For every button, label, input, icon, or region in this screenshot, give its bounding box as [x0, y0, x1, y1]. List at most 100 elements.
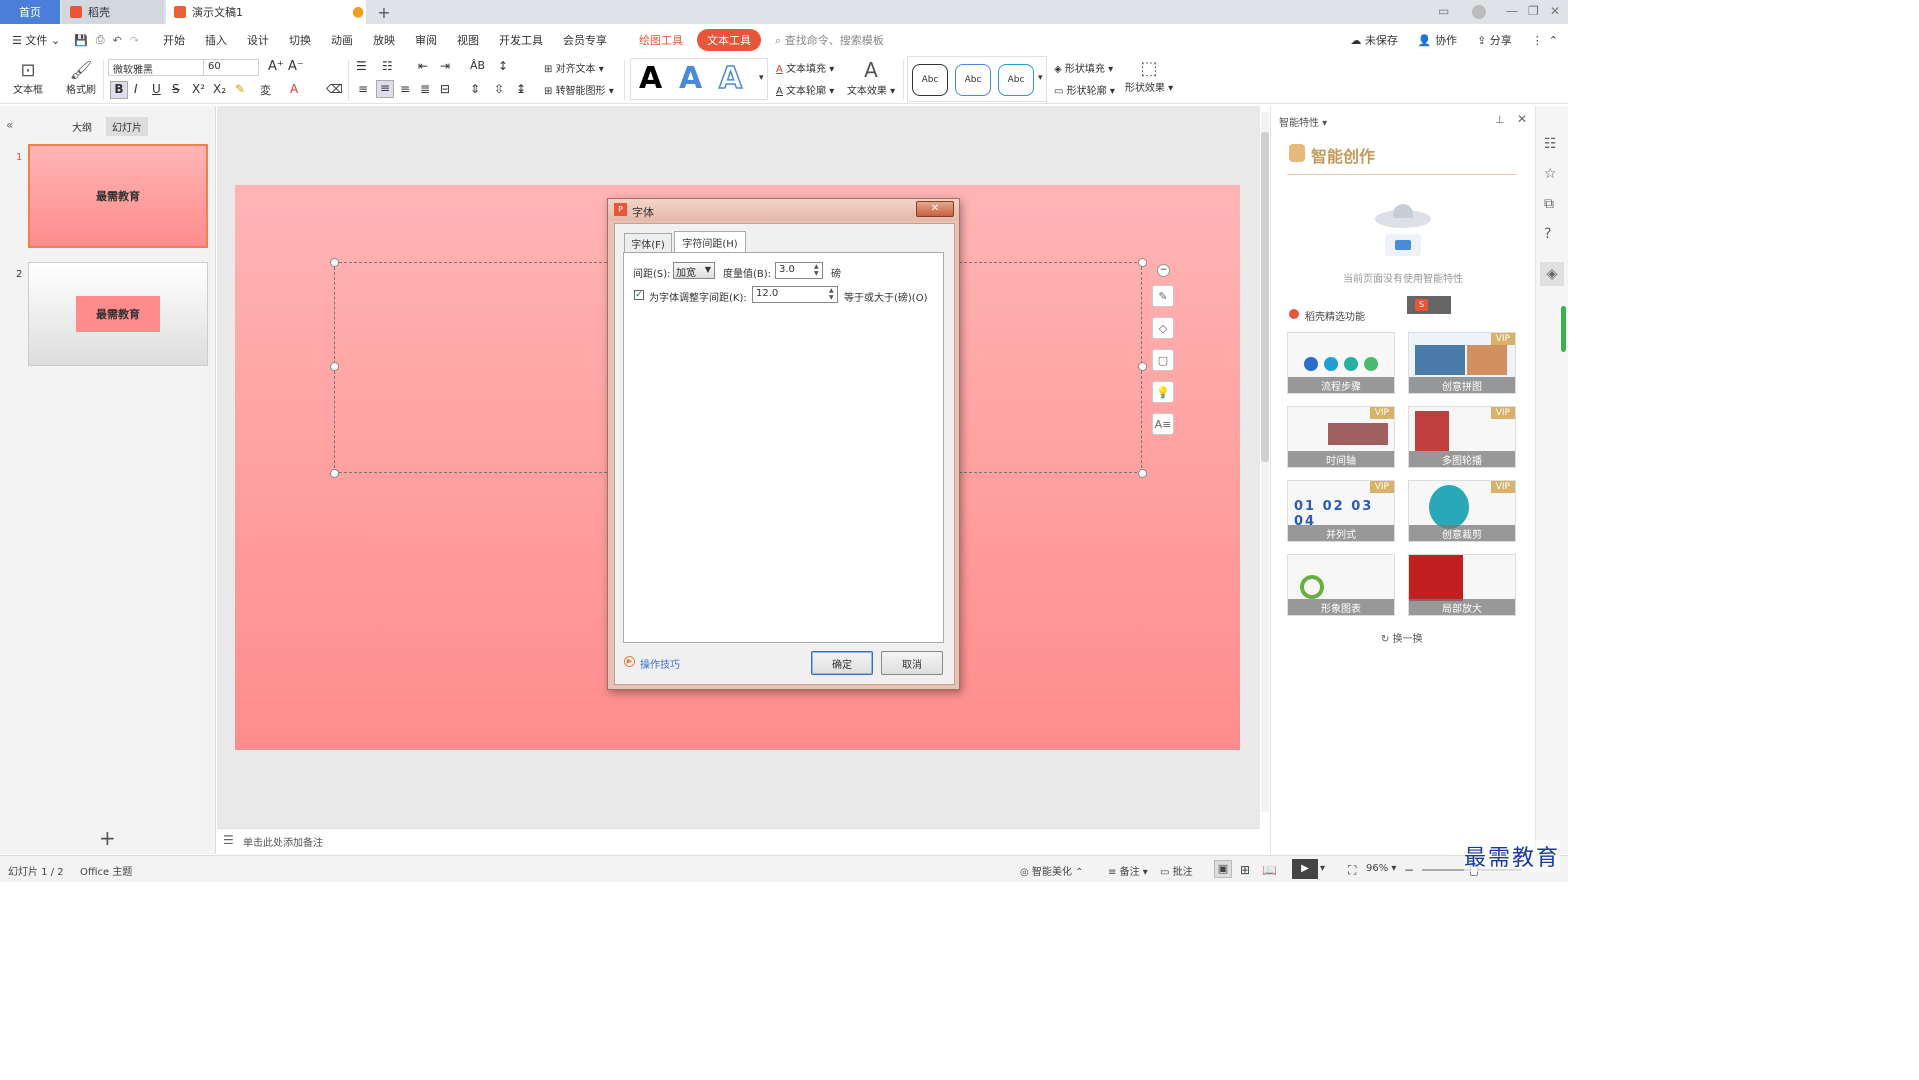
- copy-icon[interactable]: ⧉: [1544, 196, 1554, 212]
- column-spacing-icon[interactable]: ⇳: [494, 82, 504, 96]
- notes-bar[interactable]: ☰ 单击此处添加备注: [217, 828, 1260, 852]
- undo-icon[interactable]: ↶: [113, 34, 122, 47]
- underline-icon[interactable]: U: [152, 82, 161, 96]
- shape-style-2[interactable]: Abc: [955, 64, 991, 96]
- fit-window-icon[interactable]: ⛶: [1348, 863, 1356, 878]
- toggle-badge[interactable]: S: [1407, 296, 1451, 314]
- avatar[interactable]: [1472, 5, 1486, 19]
- font-color-icon[interactable]: A: [290, 82, 298, 96]
- ok-button[interactable]: 确定: [811, 651, 873, 675]
- text-style-outline[interactable]: A: [718, 60, 743, 97]
- slide-thumbnail-2[interactable]: 最需教育: [28, 262, 208, 366]
- superscript-icon[interactable]: X²: [192, 82, 205, 96]
- text-fill-button[interactable]: A 文本填充 ▾: [776, 60, 834, 75]
- line-height-icon[interactable]: ↨: [516, 82, 526, 96]
- shape-style-1[interactable]: Abc: [912, 64, 948, 96]
- shape-style-3[interactable]: Abc: [998, 64, 1034, 96]
- highlight-icon[interactable]: ✎: [235, 82, 245, 96]
- reading-view-icon[interactable]: 📖: [1262, 863, 1277, 877]
- panel-scroll-indicator[interactable]: [1561, 306, 1566, 352]
- bullet-list-icon[interactable]: ☰: [356, 59, 367, 73]
- tab-document[interactable]: 演示文稿1 ●: [166, 0, 366, 24]
- textbox-button[interactable]: ⊡ 文本框: [10, 60, 46, 96]
- feature-card-parallel[interactable]: 01 02 03 04 VIP 并列式: [1287, 480, 1395, 542]
- close-window-icon[interactable]: ✕: [1550, 4, 1560, 18]
- spacing-select[interactable]: 加宽 ▼: [673, 262, 715, 279]
- outdent-icon[interactable]: ⇤: [418, 59, 428, 73]
- print-icon[interactable]: ⎙: [96, 33, 105, 47]
- play-icon[interactable]: ▶: [1292, 859, 1318, 879]
- feature-card-crop[interactable]: VIP 创意裁剪: [1408, 480, 1516, 542]
- beautify-button[interactable]: ◎ 智能美化 ⌃: [1020, 863, 1083, 878]
- numbered-list-icon[interactable]: ☷: [382, 59, 393, 73]
- indent-icon[interactable]: ⇥: [440, 59, 450, 73]
- menu-text-tools[interactable]: 文本工具: [697, 29, 762, 51]
- new-tab-button[interactable]: +: [370, 0, 398, 24]
- slide-thumbnail-1[interactable]: 最需教育: [28, 144, 208, 248]
- resize-handle[interactable]: [330, 258, 339, 267]
- shrink-font-icon[interactable]: A⁻: [288, 59, 304, 74]
- fill-icon[interactable]: ◇: [1152, 317, 1174, 339]
- strikethrough-icon[interactable]: S: [172, 82, 180, 96]
- more-icon[interactable]: ⋮: [1532, 34, 1543, 47]
- sorter-view-icon[interactable]: ⊞: [1240, 863, 1250, 877]
- feature-card-zoom[interactable]: 局部放大: [1408, 554, 1516, 616]
- feature-card-collage[interactable]: VIP 创意拼图: [1408, 332, 1516, 394]
- zoom-out-icon[interactable]: −: [1404, 863, 1414, 877]
- help-icon[interactable]: ?: [1544, 226, 1551, 242]
- star-icon[interactable]: ☆: [1544, 166, 1557, 182]
- distribute-icon[interactable]: ⊟: [440, 82, 450, 96]
- menu-animation[interactable]: 动画: [331, 32, 353, 48]
- cube-icon[interactable]: ◈: [1540, 262, 1564, 286]
- feature-card-process[interactable]: 流程步骤: [1287, 332, 1395, 394]
- clear-format-icon[interactable]: ⌫: [326, 82, 343, 96]
- collapse-float-icon[interactable]: −: [1157, 264, 1170, 277]
- shape-gallery-more-icon[interactable]: ▾: [1038, 73, 1043, 83]
- align-text-button[interactable]: ⊞ 对齐文本 ▾: [544, 60, 604, 75]
- panel-close-icon[interactable]: ✕: [1517, 112, 1527, 126]
- smart-art-button[interactable]: ⊞ 转智能图形 ▾: [544, 82, 614, 97]
- align-center-icon[interactable]: ≡: [376, 80, 394, 98]
- bold-icon[interactable]: B: [110, 81, 128, 99]
- grow-font-icon[interactable]: A⁺: [268, 59, 284, 74]
- subscript-icon[interactable]: X₂: [213, 82, 226, 96]
- frame-icon[interactable]: ▢: [1152, 349, 1174, 371]
- resize-handle[interactable]: [1138, 469, 1147, 478]
- text-effect-button[interactable]: A 文本效果 ▾: [846, 58, 896, 97]
- tab-daoke[interactable]: 稻壳: [62, 0, 164, 24]
- justify-icon[interactable]: ≣: [420, 82, 430, 96]
- feature-card-carousel[interactable]: VIP 多图轮播: [1408, 406, 1516, 468]
- pen-icon[interactable]: ✎: [1152, 285, 1174, 307]
- theme-name[interactable]: Office 主题: [80, 863, 132, 878]
- menu-transition[interactable]: 切换: [289, 32, 311, 48]
- play-dropdown-icon[interactable]: ▾: [1320, 863, 1325, 874]
- feature-card-timeline[interactable]: VIP 时间轴: [1287, 406, 1395, 468]
- text-layout-icon[interactable]: A≡: [1152, 413, 1174, 435]
- tab-slides[interactable]: 幻灯片: [106, 117, 148, 136]
- format-painter-button[interactable]: 🖌 格式刷: [64, 60, 98, 96]
- para-spacing-icon[interactable]: ⇕: [470, 82, 480, 96]
- kerning-checkbox[interactable]: ✓: [634, 290, 644, 300]
- resize-handle[interactable]: [330, 469, 339, 478]
- add-slide-icon[interactable]: +: [99, 826, 116, 850]
- resize-handle[interactable]: [1138, 362, 1147, 371]
- menu-slideshow[interactable]: 放映: [373, 32, 395, 48]
- font-size-select[interactable]: 60: [203, 59, 259, 76]
- tab-font[interactable]: 字体(F): [624, 233, 672, 253]
- menu-view[interactable]: 视图: [457, 32, 479, 48]
- share-button[interactable]: ⇪ 分享: [1477, 32, 1512, 48]
- normal-view-icon[interactable]: ▣: [1214, 860, 1232, 878]
- menu-start[interactable]: 开始: [163, 32, 185, 48]
- align-left-icon[interactable]: ≡: [358, 82, 368, 96]
- text-direction-icon[interactable]: ÂB: [470, 59, 485, 72]
- menu-drawing-tools[interactable]: 绘图工具: [639, 32, 683, 48]
- kerning-spinner[interactable]: ▲ ▼: [829, 287, 834, 301]
- italic-icon[interactable]: I: [134, 82, 138, 96]
- maximize-icon[interactable]: ❐: [1528, 4, 1539, 18]
- menu-design[interactable]: 设计: [247, 32, 269, 48]
- save-icon[interactable]: 💾: [74, 34, 88, 47]
- tab-home[interactable]: 首页: [0, 0, 60, 24]
- measure-spinner[interactable]: ▲ ▼: [814, 263, 819, 277]
- shape-outline-button[interactable]: ▭ 形状轮廓 ▾: [1054, 82, 1115, 97]
- refresh-button[interactable]: ↻ 换一换: [1381, 630, 1423, 645]
